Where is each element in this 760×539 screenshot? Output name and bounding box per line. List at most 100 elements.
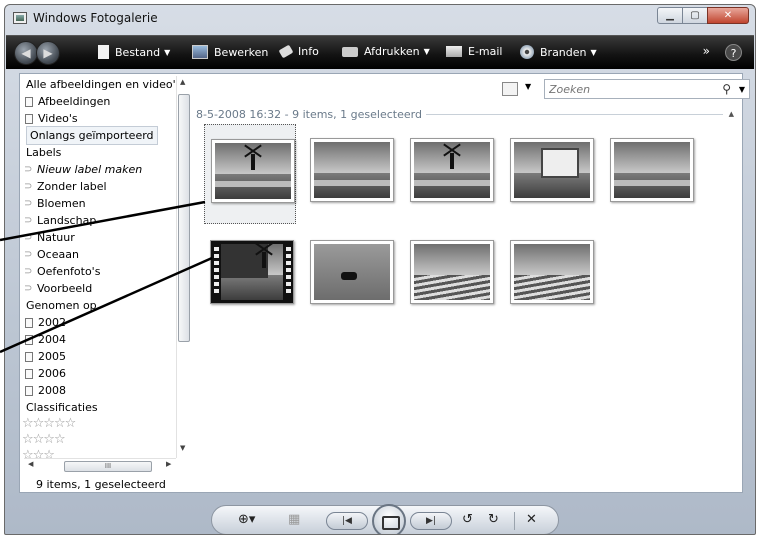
collapse-group-icon[interactable]: ▲ xyxy=(729,110,734,118)
playback-control-bar: ⊕▾ ▦ |◀ ▶| ↺ ↻ ✕ xyxy=(211,504,559,534)
search-input[interactable] xyxy=(545,80,705,98)
sidebar-item[interactable]: 2006 xyxy=(24,365,190,382)
thumbnail-image xyxy=(310,138,394,202)
back-button[interactable]: ◀ xyxy=(14,41,38,65)
photo-gallery-app-icon xyxy=(13,12,27,24)
sidebar-item[interactable]: ⊃ Zonder label xyxy=(24,178,190,195)
photo-thumbnail[interactable] xyxy=(504,226,596,326)
sidebar-item[interactable]: ⊃ Natuur xyxy=(24,229,190,246)
file-icon xyxy=(98,45,109,59)
tag-icon: ⊃ xyxy=(24,181,33,192)
photo-thumbnail[interactable] xyxy=(404,124,496,224)
branden-menu[interactable]: Branden ▼ xyxy=(520,45,597,59)
sidebar-horizontal-scrollbar[interactable]: ◀ III ▶ xyxy=(24,458,176,472)
bestand-label: Bestand xyxy=(115,45,161,59)
actual-size-button[interactable]: ▦ xyxy=(288,512,300,527)
chevron-down-icon[interactable]: ▼ xyxy=(739,85,745,94)
search-icon[interactable]: ⚲ xyxy=(722,82,731,96)
sidebar-item[interactable]: ⊃ Landschap xyxy=(24,212,190,229)
help-button[interactable]: ? xyxy=(725,44,742,61)
sidebar-vertical-scrollbar[interactable]: ▲ ▼ xyxy=(176,76,190,458)
document-icon xyxy=(25,385,33,396)
close-icon: ✕ xyxy=(723,10,733,21)
delete-button[interactable]: ✕ xyxy=(526,512,537,527)
scroll-right-icon[interactable]: ▶ xyxy=(166,460,171,468)
arrow-left-icon: ◀ xyxy=(21,46,31,60)
sidebar-item[interactable]: ⊃ Oceaan xyxy=(24,246,190,263)
rating-stars-icon[interactable]: ☆☆☆☆ xyxy=(20,432,190,448)
photo-thumbnail[interactable] xyxy=(204,124,296,224)
previous-button[interactable]: |◀ xyxy=(326,512,368,530)
scrollbar-thumb[interactable] xyxy=(178,94,190,342)
search-box[interactable]: ⚲ ▼ xyxy=(544,79,750,99)
next-icon: ▶| xyxy=(426,516,436,526)
sidebar-item-label: Oceaan xyxy=(37,248,79,261)
sidebar-item[interactable]: ⊃ Bloemen xyxy=(24,195,190,212)
sidebar-item[interactable]: 2005 xyxy=(24,348,190,365)
view-mode-button[interactable] xyxy=(502,82,518,96)
rotate-left-button[interactable]: ↺ xyxy=(462,512,473,527)
document-icon xyxy=(25,368,33,379)
photo-thumbnail[interactable] xyxy=(404,226,496,326)
sidebar-item[interactable]: 2008 xyxy=(24,382,190,399)
sidebar-item[interactable]: 2002 xyxy=(24,314,190,331)
scroll-down-icon[interactable]: ▼ xyxy=(180,444,185,452)
afdrukken-menu[interactable]: Afdrukken ▼ xyxy=(342,45,430,58)
sidebar-item[interactable]: Alle afbeeldingen en video's xyxy=(24,76,190,93)
sidebar-item-label: Zonder label xyxy=(37,180,107,193)
horizontal-scrollbar-thumb[interactable]: III xyxy=(64,461,152,472)
maximize-button[interactable]: ▢ xyxy=(682,7,708,24)
rating-stars-icon[interactable]: ☆☆☆☆☆ xyxy=(20,416,190,432)
document-icon xyxy=(25,317,33,328)
email-button[interactable]: E-mail xyxy=(446,45,503,58)
photo-thumbnail[interactable] xyxy=(504,124,596,224)
photo-thumbnail[interactable] xyxy=(304,226,396,326)
photo-thumbnail[interactable] xyxy=(304,124,396,224)
rating-stars-icon[interactable]: ☆☆☆ xyxy=(20,448,190,458)
minimize-button[interactable]: ▁ xyxy=(657,7,683,24)
toolbar-overflow-button[interactable]: » xyxy=(703,44,710,58)
scroll-up-icon[interactable]: ▲ xyxy=(180,78,185,86)
sidebar-item[interactable]: Labels xyxy=(24,144,190,161)
sidebar-item[interactable]: 2004 xyxy=(24,331,190,348)
sidebar-item[interactable]: Genomen op xyxy=(24,297,190,314)
arrow-right-icon: ▶ xyxy=(43,46,53,60)
bestand-menu[interactable]: Bestand ▼ xyxy=(98,45,170,59)
sidebar-item-label: 2004 xyxy=(38,333,66,346)
sidebar-item-label: Labels xyxy=(26,146,62,159)
sidebar-item[interactable]: Afbeeldingen xyxy=(24,93,190,110)
video-thumbnail[interactable] xyxy=(204,226,296,326)
slideshow-button[interactable] xyxy=(372,504,406,534)
rotate-right-button[interactable]: ↻ xyxy=(488,512,499,527)
photo-thumbnail[interactable] xyxy=(604,124,696,224)
sidebar-item-label: Voorbeeld xyxy=(37,282,93,295)
sidebar-item[interactable]: ⊃ Nieuw label maken xyxy=(24,161,190,178)
email-label: E-mail xyxy=(468,45,503,58)
rotate-right-icon: ↻ xyxy=(488,512,499,527)
rotate-left-icon: ↺ xyxy=(462,512,473,527)
branden-label: Branden xyxy=(540,45,587,59)
tag-icon: ⊃ xyxy=(24,164,33,175)
close-window-button[interactable]: ✕ xyxy=(707,7,749,24)
bewerken-button[interactable]: Bewerken xyxy=(192,45,268,59)
forward-button[interactable]: ▶ xyxy=(36,41,60,65)
group-header[interactable]: 8-5-2008 16:32 - 9 items, 1 geselecteerd… xyxy=(196,107,734,121)
sidebar-item[interactable]: ⊃ Voorbeeld xyxy=(24,280,190,297)
command-toolbar: ◀ ▶ Bestand ▼ Bewerken Info Afdrukken ▼ E-… xyxy=(6,35,754,69)
sidebar-item[interactable]: Onlangs geïmporteerd xyxy=(24,126,190,145)
thumbnail-image xyxy=(211,139,295,203)
chevron-down-icon[interactable]: ▼ xyxy=(525,82,531,91)
afdrukken-label: Afdrukken xyxy=(364,45,420,58)
sidebar-item-label: Afbeeldingen xyxy=(38,95,111,108)
sidebar-item[interactable]: ⊃ Oefenfoto's xyxy=(24,263,190,280)
scroll-left-icon[interactable]: ◀ xyxy=(28,460,33,468)
sidebar-item[interactable]: Video's xyxy=(24,110,190,127)
sidebar-item[interactable]: Classificaties xyxy=(24,399,190,416)
navigation-pane: Alle afbeeldingen en video's Afbeeldingen… xyxy=(20,74,190,458)
title-bar[interactable]: Windows Fotogalerie ▁ ▢ ✕ xyxy=(5,5,755,33)
minimize-icon: ▁ xyxy=(666,10,674,21)
zoom-button[interactable]: ⊕▾ xyxy=(238,512,255,527)
thumbnail-image xyxy=(510,240,594,304)
info-button[interactable]: Info xyxy=(278,44,319,59)
next-button[interactable]: ▶| xyxy=(410,512,452,530)
